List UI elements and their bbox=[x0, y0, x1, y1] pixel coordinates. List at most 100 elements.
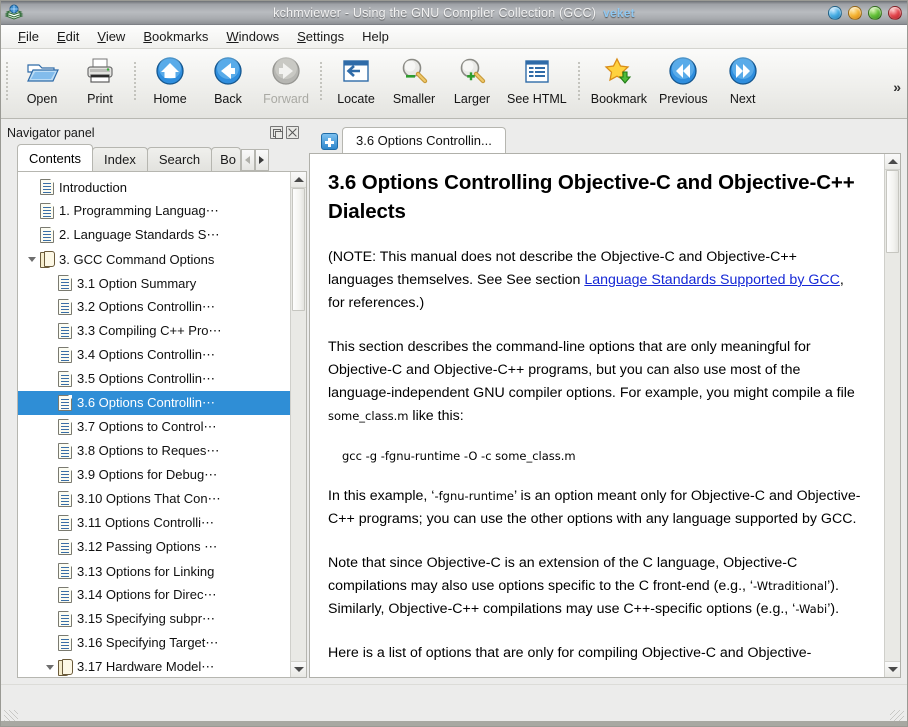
document-tabstrip: 3.6 Options Controllin... bbox=[309, 123, 901, 153]
shade-button[interactable] bbox=[828, 6, 842, 20]
tree-item-label: 3.9 Options for Debug⋯ bbox=[77, 467, 218, 482]
menu-file[interactable]: File bbox=[9, 27, 48, 46]
home-button-label: Home bbox=[153, 92, 187, 106]
window-controls bbox=[828, 1, 902, 25]
tree-item-label: 3.12 Passing Options ⋯ bbox=[77, 539, 218, 554]
tree-item[interactable]: 3.7 Options to Control⋯ bbox=[18, 415, 290, 439]
contents-scroll-thumb[interactable] bbox=[292, 188, 305, 311]
tree-item[interactable]: 2. Language Standards S⋯ bbox=[18, 223, 290, 247]
page-icon bbox=[58, 563, 72, 579]
tree-item[interactable]: 1. Programming Languag⋯ bbox=[18, 199, 290, 223]
expand-triangle-icon[interactable] bbox=[24, 247, 40, 271]
contents-tree[interactable]: Introduction 1. Programming Languag⋯ 2. La… bbox=[18, 172, 290, 677]
add-tab-icon[interactable] bbox=[321, 133, 338, 150]
tree-item[interactable]: 3.10 Options That Con⋯ bbox=[18, 487, 290, 511]
language-standards-link[interactable]: Language Standards Supported by GCC bbox=[584, 272, 840, 288]
tab-index[interactable]: Index bbox=[92, 147, 148, 171]
locate-button[interactable]: Locate bbox=[327, 53, 385, 113]
menu-bar: File Edit View Bookmarks Windows Setting… bbox=[1, 25, 907, 49]
tab-search-label: Search bbox=[158, 152, 201, 167]
menu-view[interactable]: View bbox=[88, 27, 134, 46]
open-button[interactable]: Open bbox=[13, 53, 71, 113]
bookmark-button[interactable]: Bookmark bbox=[585, 53, 653, 113]
scroll-down-icon[interactable] bbox=[291, 661, 306, 677]
tree-item[interactable]: 3.2 Options Controllin⋯ bbox=[18, 295, 290, 319]
document-body[interactable]: 3.6 Options Controlling Objective-C and … bbox=[310, 154, 884, 677]
back-button[interactable]: Back bbox=[199, 53, 257, 113]
tree-item[interactable]: 3.5 Options Controllin⋯ bbox=[18, 367, 290, 391]
tree-twisty-spacer bbox=[42, 535, 58, 559]
tree-item[interactable]: 3.12 Passing Options ⋯ bbox=[18, 535, 290, 559]
toolbar-separator-2 bbox=[317, 55, 325, 107]
inline-code-wtraditional: -Wtraditional bbox=[753, 579, 828, 593]
see-html-button[interactable]: See HTML bbox=[501, 53, 573, 113]
menu-windows[interactable]: Windows bbox=[217, 27, 288, 46]
previous-icon bbox=[666, 55, 700, 89]
home-button[interactable]: Home bbox=[141, 53, 199, 113]
see-html-button-label: See HTML bbox=[507, 92, 567, 106]
open-button-label: Open bbox=[26, 92, 58, 106]
contents-scroll-track[interactable] bbox=[291, 188, 306, 661]
page-icon bbox=[40, 227, 54, 243]
paragraph-frontend-note: Note that since Objective-C is an extens… bbox=[328, 552, 862, 621]
menu-help[interactable]: Help bbox=[353, 27, 398, 46]
tree-item[interactable]: 3.3 Compiling C++ Pro⋯ bbox=[18, 319, 290, 343]
document-scroll-thumb[interactable] bbox=[886, 170, 899, 254]
tree-twisty-spacer bbox=[42, 271, 58, 295]
chevron-right-icon[interactable] bbox=[254, 149, 269, 171]
larger-button[interactable]: Larger bbox=[443, 53, 501, 113]
tree-item[interactable]: Introduction bbox=[18, 175, 290, 199]
toolbar-handle[interactable] bbox=[3, 55, 11, 107]
float-panel-icon[interactable] bbox=[270, 126, 283, 139]
locate-icon bbox=[339, 55, 373, 89]
window-title-text: kchmviewer - Using the GNU Compiler Coll… bbox=[273, 6, 597, 20]
window-title-suffix: veket bbox=[603, 6, 635, 20]
menu-edit[interactable]: Edit bbox=[48, 27, 88, 46]
tree-item[interactable]: 3.15 Specifying subpr⋯ bbox=[18, 607, 290, 631]
scroll-up-icon[interactable] bbox=[885, 154, 900, 170]
chevron-left-icon[interactable] bbox=[240, 149, 255, 171]
tab-search[interactable]: Search bbox=[146, 147, 213, 171]
page-icon bbox=[58, 635, 72, 651]
tree-item[interactable]: 3.14 Options for Direc⋯ bbox=[18, 583, 290, 607]
scroll-up-icon[interactable] bbox=[291, 172, 306, 188]
tree-item[interactable]: 3. GCC Command Options bbox=[18, 247, 290, 271]
book-globe-icon bbox=[4, 3, 24, 23]
close-panel-icon[interactable] bbox=[286, 126, 299, 139]
menu-bookmarks[interactable]: Bookmarks bbox=[134, 27, 217, 46]
maximize-button[interactable] bbox=[868, 6, 882, 20]
forward-button[interactable]: Forward bbox=[257, 53, 315, 113]
open-folder-icon bbox=[25, 55, 59, 89]
smaller-button[interactable]: Smaller bbox=[385, 53, 443, 113]
toolbar-overflow-button[interactable]: » bbox=[893, 79, 901, 95]
tab-contents[interactable]: Contents bbox=[17, 144, 94, 171]
expand-triangle-icon[interactable] bbox=[42, 655, 58, 677]
page-icon bbox=[58, 419, 72, 435]
tree-item-label: 2. Language Standards S⋯ bbox=[59, 227, 220, 242]
document-tab[interactable]: 3.6 Options Controllin... bbox=[342, 127, 506, 153]
tree-item[interactable]: 3.4 Options Controllin⋯ bbox=[18, 343, 290, 367]
tree-item[interactable]: 3.13 Options for Linking bbox=[18, 559, 290, 583]
contents-tree-scrollbar[interactable] bbox=[290, 172, 306, 677]
next-icon bbox=[726, 55, 760, 89]
tree-item[interactable]: 3.16 Specifying Target⋯ bbox=[18, 631, 290, 655]
tree-item[interactable]: 3.1 Option Summary bbox=[18, 271, 290, 295]
inline-code-wabi: -Wabi bbox=[795, 602, 828, 616]
tree-twisty-spacer bbox=[42, 463, 58, 487]
tree-item[interactable]: 3.8 Options to Reques⋯ bbox=[18, 439, 290, 463]
page-icon bbox=[40, 179, 54, 195]
print-button[interactable]: Print bbox=[71, 53, 129, 113]
scroll-down-icon[interactable] bbox=[885, 661, 900, 677]
tab-bookmarks[interactable]: Bo bbox=[211, 147, 241, 171]
tree-item[interactable]: 3.9 Options for Debug⋯ bbox=[18, 463, 290, 487]
document-scrollbar[interactable] bbox=[884, 154, 900, 677]
previous-button[interactable]: Previous bbox=[653, 53, 714, 113]
tree-item[interactable]: 3.11 Options Controlli⋯ bbox=[18, 511, 290, 535]
next-button[interactable]: Next bbox=[714, 53, 772, 113]
close-button[interactable] bbox=[888, 6, 902, 20]
tree-item[interactable]: 3.6 Options Controllin⋯ bbox=[18, 391, 290, 415]
menu-settings[interactable]: Settings bbox=[288, 27, 353, 46]
document-scroll-track[interactable] bbox=[885, 170, 900, 661]
tree-item[interactable]: 3.17 Hardware Model⋯ bbox=[18, 655, 290, 677]
minimize-button[interactable] bbox=[848, 6, 862, 20]
